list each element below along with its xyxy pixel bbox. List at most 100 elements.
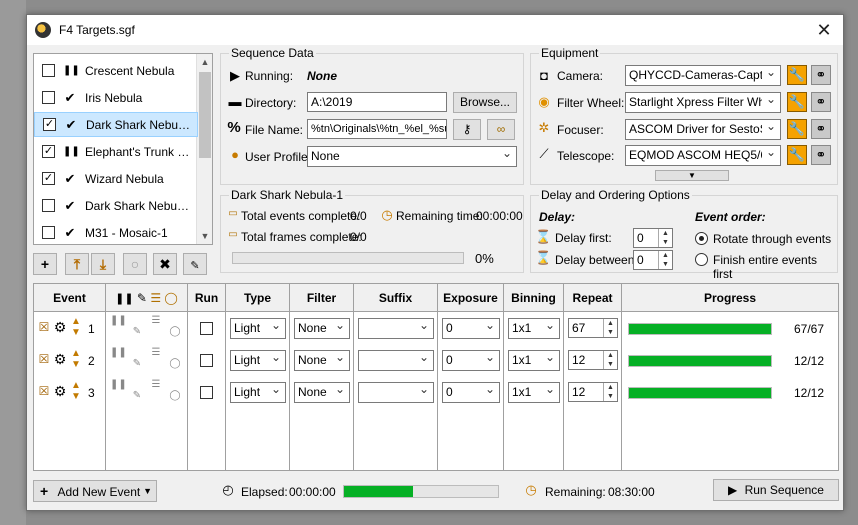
comment-icon[interactable]: ◯ [167, 326, 183, 337]
filter-select[interactable]: None [294, 350, 350, 371]
gear-icon[interactable]: ⚙ [52, 351, 68, 368]
camera-connect-button[interactable]: ⚭ [811, 65, 831, 85]
repeat-input[interactable]: 67 ▲ ▼ [568, 318, 618, 338]
telescope-connect-button[interactable]: ⚭ [811, 145, 831, 165]
spinner-arrows-icon[interactable]: ▲ ▼ [658, 229, 672, 247]
binning-select[interactable]: 1x1 [508, 350, 560, 371]
gear-icon[interactable]: ⚙ [52, 319, 68, 336]
close-button[interactable]: ✕ [813, 19, 835, 41]
expand-equipment-button[interactable]: ▼ [655, 170, 729, 181]
run-checkbox[interactable] [200, 322, 213, 335]
scroll-down-icon[interactable]: ▼ [197, 228, 213, 244]
camera-select[interactable]: QHYCCD-Cameras-Capture [625, 65, 781, 86]
reset-target-button[interactable]: ○ [123, 253, 147, 275]
target-row[interactable]: ❚❚ Crescent Nebula [34, 58, 198, 83]
target-checkbox[interactable] [42, 199, 55, 212]
suffix-select[interactable] [358, 318, 434, 339]
finish-events-radio[interactable] [695, 253, 708, 266]
type-select[interactable]: Light [230, 382, 286, 403]
target-row[interactable]: ✔ Iris Nebula [34, 85, 198, 110]
run-checkbox[interactable] [200, 354, 213, 367]
list-icon[interactable]: ☰ [148, 379, 164, 390]
exposure-select[interactable]: 0 [442, 318, 500, 339]
filter-wheel-settings-button[interactable]: 🔧 [787, 92, 807, 112]
target-row[interactable]: ✔ M31 - Mosaic-1 [34, 220, 198, 245]
target-row[interactable]: ✓ ✔ Wizard Nebula [34, 166, 198, 191]
target-checkbox[interactable] [42, 64, 55, 77]
delay-between-input[interactable]: 0 ▲ ▼ [633, 250, 673, 270]
move-icon[interactable]: ▲ ▼ [68, 316, 84, 338]
telescope-select[interactable]: EQMOD ASCOM HEQ5/6 [625, 145, 781, 166]
binning-select[interactable]: 1x1 [508, 318, 560, 339]
target-list-scrollbar[interactable]: ▲ ▼ [196, 54, 212, 244]
filename-preview-button[interactable]: ∞ [487, 119, 515, 140]
disable-event-icon[interactable]: ☒ [36, 384, 52, 398]
move-icon[interactable]: ▲ ▼ [68, 380, 84, 402]
pause-icon[interactable]: ❚❚ [110, 347, 127, 358]
brush-icon[interactable]: ✎ [129, 390, 145, 401]
move-down-button[interactable]: ⤓ [91, 253, 115, 275]
spinner-arrows-icon[interactable]: ▲ ▼ [603, 383, 617, 401]
run-sequence-button[interactable]: ▶ Run Sequence [713, 479, 839, 501]
list-icon[interactable]: ☰ [148, 315, 164, 326]
telescope-settings-button[interactable]: 🔧 [787, 145, 807, 165]
edit-target-button[interactable]: ✎ [183, 253, 207, 275]
scrollbar-thumb[interactable] [199, 72, 211, 158]
comment-icon: ◯ [164, 291, 178, 305]
target-checkbox[interactable] [42, 226, 55, 239]
comment-icon[interactable]: ◯ [167, 358, 183, 369]
move-up-button[interactable]: ⤒ [65, 253, 89, 275]
exposure-select[interactable]: 0 [442, 382, 500, 403]
suffix-select[interactable] [358, 382, 434, 403]
pause-icon[interactable]: ❚❚ [110, 315, 127, 326]
disable-event-icon[interactable]: ☒ [36, 352, 52, 366]
filter-select[interactable]: None [294, 382, 350, 403]
move-icon[interactable]: ▲ ▼ [68, 348, 84, 370]
delay-first-input[interactable]: 0 ▲ ▼ [633, 228, 673, 248]
filter-wheel-connect-button[interactable]: ⚭ [811, 92, 831, 112]
binning-select[interactable]: 1x1 [508, 382, 560, 403]
spinner-arrows-icon[interactable]: ▲ ▼ [603, 351, 617, 369]
list-icon[interactable]: ☰ [148, 347, 164, 358]
disable-event-icon[interactable]: ☒ [36, 320, 52, 334]
filename-tokens-button[interactable]: ⚷ [453, 119, 481, 140]
focuser-connect-button[interactable]: ⚭ [811, 119, 831, 139]
run-checkbox[interactable] [200, 386, 213, 399]
browse-button[interactable]: Browse... [453, 92, 517, 113]
exposure-select[interactable]: 0 [442, 350, 500, 371]
comment-icon[interactable]: ◯ [167, 390, 183, 401]
target-checkbox[interactable]: ✓ [42, 145, 55, 158]
brush-icon[interactable]: ✎ [129, 326, 145, 337]
target-checkbox[interactable]: ✓ [43, 118, 56, 131]
repeat-input[interactable]: 12 ▲ ▼ [568, 382, 618, 402]
focuser-settings-button[interactable]: 🔧 [787, 119, 807, 139]
brush-icon[interactable]: ✎ [129, 358, 145, 369]
spinner-arrows-icon[interactable]: ▲ ▼ [658, 251, 672, 269]
rotate-events-radio[interactable] [695, 232, 708, 245]
filter-wheel-select[interactable]: Starlight Xpress Filter Wheel [625, 92, 781, 113]
focuser-select[interactable]: ASCOM Driver for SestoSenso [625, 119, 781, 140]
target-row[interactable]: ✔ Dark Shark Nebula-2 [34, 193, 198, 218]
target-row[interactable]: ✓ ✔ Dark Shark Nebula-1 [34, 112, 198, 137]
user-icon: ● [231, 147, 239, 162]
target-row[interactable]: ✓ ❚❚ Elephant's Trunk Nebula [34, 139, 198, 164]
directory-input[interactable]: A:\2019 [307, 92, 447, 112]
type-select[interactable]: Light [230, 318, 286, 339]
filename-input[interactable]: %tn\Originals\%tn_%el_%su_ [307, 119, 447, 139]
pause-icon[interactable]: ❚❚ [110, 379, 127, 390]
filter-select[interactable]: None [294, 318, 350, 339]
camera-settings-button[interactable]: 🔧 [787, 65, 807, 85]
type-select[interactable]: Light [230, 350, 286, 371]
spinner-arrows-icon[interactable]: ▲ ▼ [603, 319, 617, 337]
add-target-button[interactable]: + [33, 253, 57, 275]
scroll-up-icon[interactable]: ▲ [197, 54, 213, 70]
profile-select[interactable]: None [307, 146, 517, 167]
add-new-event-button[interactable]: + Add New Event ▼ [33, 480, 157, 502]
suffix-select[interactable] [358, 350, 434, 371]
target-checkbox[interactable]: ✓ [42, 172, 55, 185]
gear-icon[interactable]: ⚙ [52, 383, 68, 400]
delete-target-button[interactable]: ✖ [153, 253, 177, 275]
repeat-input[interactable]: 12 ▲ ▼ [568, 350, 618, 370]
target-checkbox[interactable] [42, 91, 55, 104]
target-list[interactable]: ▲ ▼ ❚❚ Crescent Nebula ✔ Iris Nebula ✓ ✔ Dark … [33, 53, 213, 245]
